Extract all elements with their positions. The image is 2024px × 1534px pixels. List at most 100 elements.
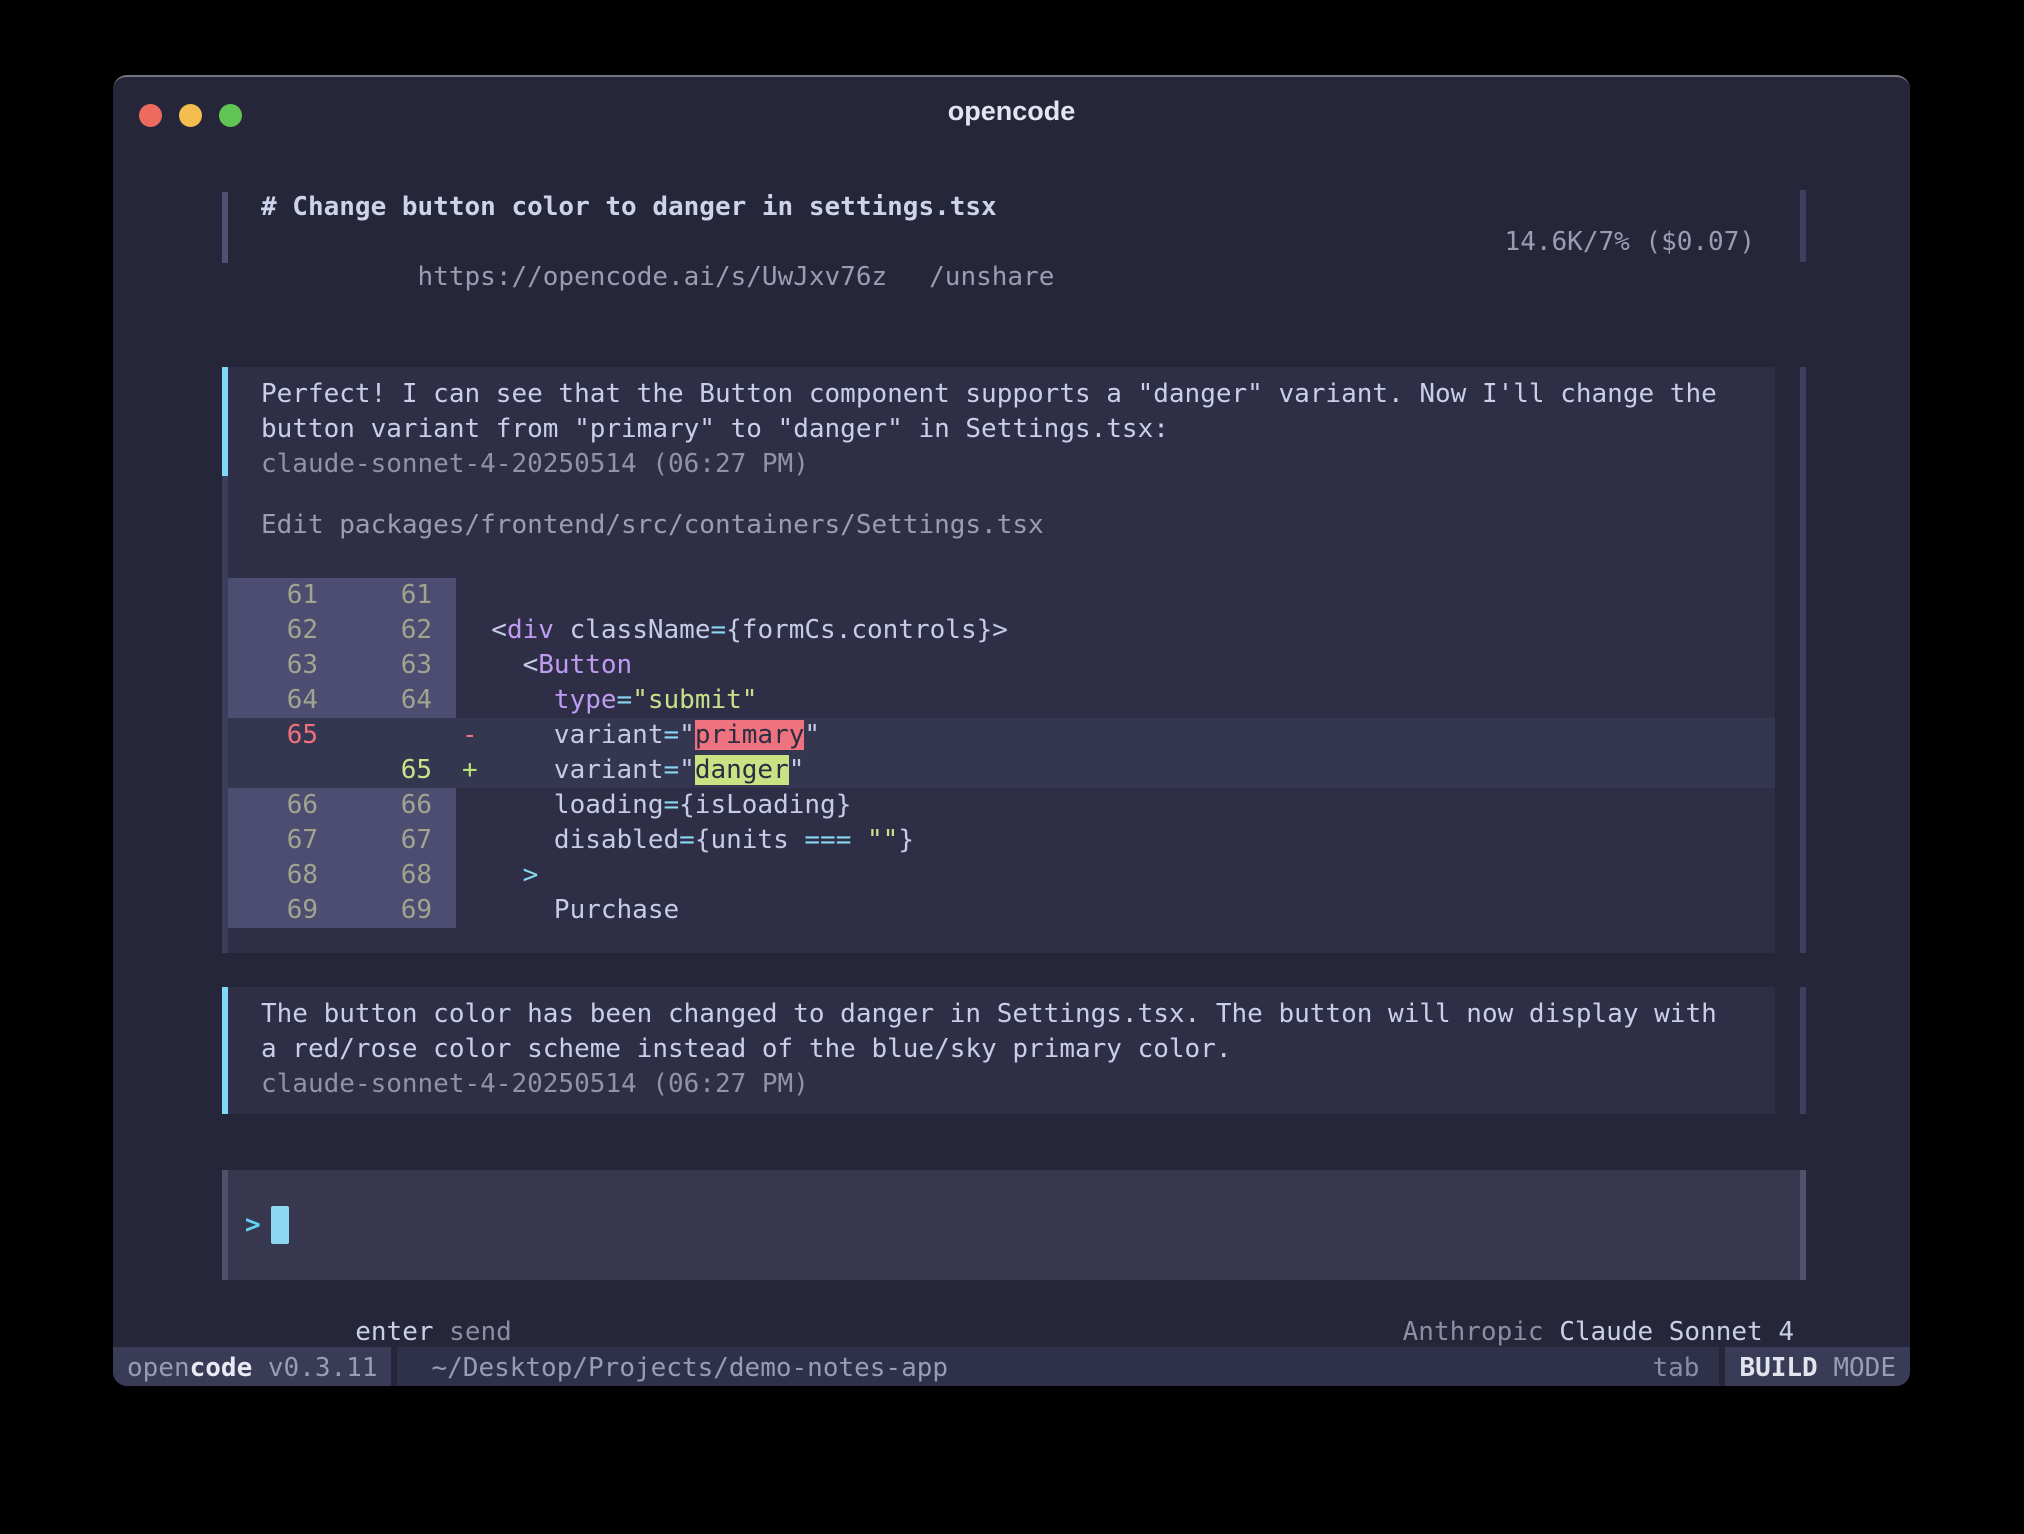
message-right-rail	[1800, 367, 1806, 494]
code-token: =	[664, 720, 680, 750]
code-token: primary	[695, 720, 805, 750]
code-token: {isLoading}	[679, 790, 851, 820]
app-version-chip: opencode v0.3.11	[113, 1347, 391, 1386]
code-token: variant	[460, 755, 664, 785]
cwd-path: ~/Desktop/Projects/demo-notes-app	[431, 1353, 948, 1383]
edit-tool-card: Edit packages/frontend/src/containers/Se…	[222, 476, 1775, 953]
diff-marker: +	[462, 753, 478, 788]
code-token	[460, 860, 523, 890]
diff-row: 6161	[228, 578, 1775, 613]
code-token: =	[664, 755, 680, 785]
diff-old-lineno: 68	[228, 858, 342, 893]
diff-old-lineno: 69	[228, 893, 342, 928]
message-line: Perfect! I can see that the Button compo…	[261, 377, 1755, 412]
diff-old-lineno: 67	[228, 823, 342, 858]
diff-row: 6969 Purchase	[228, 893, 1775, 928]
provider-label: Anthropic	[1403, 1317, 1544, 1347]
code-token: >	[523, 860, 539, 890]
code-token: className	[554, 615, 711, 645]
build-mode-chip: BUILD MODE	[1725, 1347, 1910, 1386]
assistant-message: The button color has been changed to dan…	[222, 987, 1775, 1114]
app-name-code: code	[190, 1353, 253, 1383]
window-title: opencode	[113, 96, 1910, 127]
desktop: opencode # Change button color to danger…	[0, 0, 2024, 1534]
code-token: }	[898, 825, 914, 855]
app-version: v0.3.11	[252, 1353, 377, 1383]
code-token: Purchase	[460, 895, 679, 925]
diff-old-lineno: 62	[228, 613, 342, 648]
header-accent-bar	[222, 192, 228, 263]
code-token: "	[804, 720, 820, 750]
message-line: The button color has been changed to dan…	[261, 997, 1755, 1032]
session-header: # Change button color to danger in setti…	[222, 190, 1800, 265]
diff-code: <div className={formCs.controls}>	[456, 613, 1775, 648]
diff-new-lineno: 67	[342, 823, 456, 858]
diff-old-lineno: 66	[228, 788, 342, 823]
code-token: Button	[538, 650, 632, 680]
code-token: "	[789, 755, 805, 785]
diff-code: >	[456, 858, 1775, 893]
mode-suffix: MODE	[1818, 1353, 1896, 1383]
code-token: div	[507, 615, 554, 645]
diff-old-lineno: 64	[228, 683, 342, 718]
diff-row: 65+ variant="danger"	[228, 753, 1775, 788]
code-token: danger	[695, 755, 789, 785]
diff-new-lineno: 66	[342, 788, 456, 823]
code-token: {units	[695, 825, 805, 855]
diff-code: <Button	[456, 648, 1775, 683]
code-token: =	[664, 790, 680, 820]
opencode-window: opencode # Change button color to danger…	[113, 75, 1910, 1386]
tab-hint: tab	[1652, 1353, 1699, 1383]
mode-name: BUILD	[1739, 1353, 1817, 1383]
code-token: =	[617, 685, 633, 715]
footer-hints: enter send Anthropic Claude Sonnet 4	[113, 1280, 1910, 1315]
code-token: loading	[460, 790, 664, 820]
diff-code: Purchase	[456, 893, 1775, 928]
unshare-command[interactable]: /unshare	[929, 262, 1054, 292]
diff-row: 6262 <div className={formCs.controls}>	[228, 613, 1775, 648]
share-url[interactable]: https://opencode.ai/s/UwJxv76z	[418, 262, 888, 292]
code-token: disabled	[460, 825, 679, 855]
text-cursor	[271, 1206, 289, 1244]
code-token: {formCs.controls}>	[726, 615, 1008, 645]
message-line: a red/rose color scheme instead of the b…	[261, 1032, 1755, 1067]
assistant-message: Perfect! I can see that the Button compo…	[222, 367, 1775, 494]
diff-old-lineno	[228, 753, 342, 788]
diff-row: 6363 <Button	[228, 648, 1775, 683]
diff-row: 65 - variant="primary"	[228, 718, 1775, 753]
diff-code: - variant="primary"	[456, 718, 1775, 753]
diff-code: disabled={units === ""}	[456, 823, 1775, 858]
diff-new-lineno: 68	[342, 858, 456, 893]
diff-row: 6464 type="submit"	[228, 683, 1775, 718]
diff-code: loading={isLoading}	[456, 788, 1775, 823]
diff-new-lineno: 61	[342, 578, 456, 613]
titlebar[interactable]: opencode	[113, 77, 1910, 143]
diff-code: type="submit"	[456, 683, 1775, 718]
header-right-rail	[1800, 190, 1806, 262]
diff-new-lineno: 65	[342, 753, 456, 788]
diff-table: 61616262 <div className={formCs.controls…	[228, 578, 1775, 928]
edit-tool-title: Edit packages/frontend/src/containers/Se…	[261, 508, 1775, 543]
diff-new-lineno: 64	[342, 683, 456, 718]
model-label: Claude Sonnet 4	[1544, 1317, 1794, 1347]
diff-old-lineno: 61	[228, 578, 342, 613]
diff-new-lineno: 69	[342, 893, 456, 928]
statusbar-middle: ~/Desktop/Projects/demo-notes-app tab	[397, 1347, 1719, 1386]
diff-marker: -	[462, 718, 478, 753]
prompt-input[interactable]: >	[222, 1170, 1806, 1280]
code-token: type	[554, 685, 617, 715]
code-token: <	[460, 615, 507, 645]
diff-old-lineno: 65	[228, 718, 342, 753]
diff-old-lineno: 63	[228, 648, 342, 683]
token-stats: 14.6K/7% ($0.07)	[1505, 225, 1755, 260]
diff-code	[456, 578, 1775, 613]
code-token	[460, 685, 554, 715]
prompt-symbol: >	[245, 1210, 261, 1240]
enter-key-hint: enter	[355, 1317, 433, 1347]
code-token: "	[679, 720, 695, 750]
code-token: ===	[804, 825, 851, 855]
send-hint-label: send	[434, 1317, 512, 1347]
code-token: =	[679, 825, 695, 855]
edit-right-rail	[1800, 476, 1806, 953]
code-token: "submit"	[632, 685, 757, 715]
